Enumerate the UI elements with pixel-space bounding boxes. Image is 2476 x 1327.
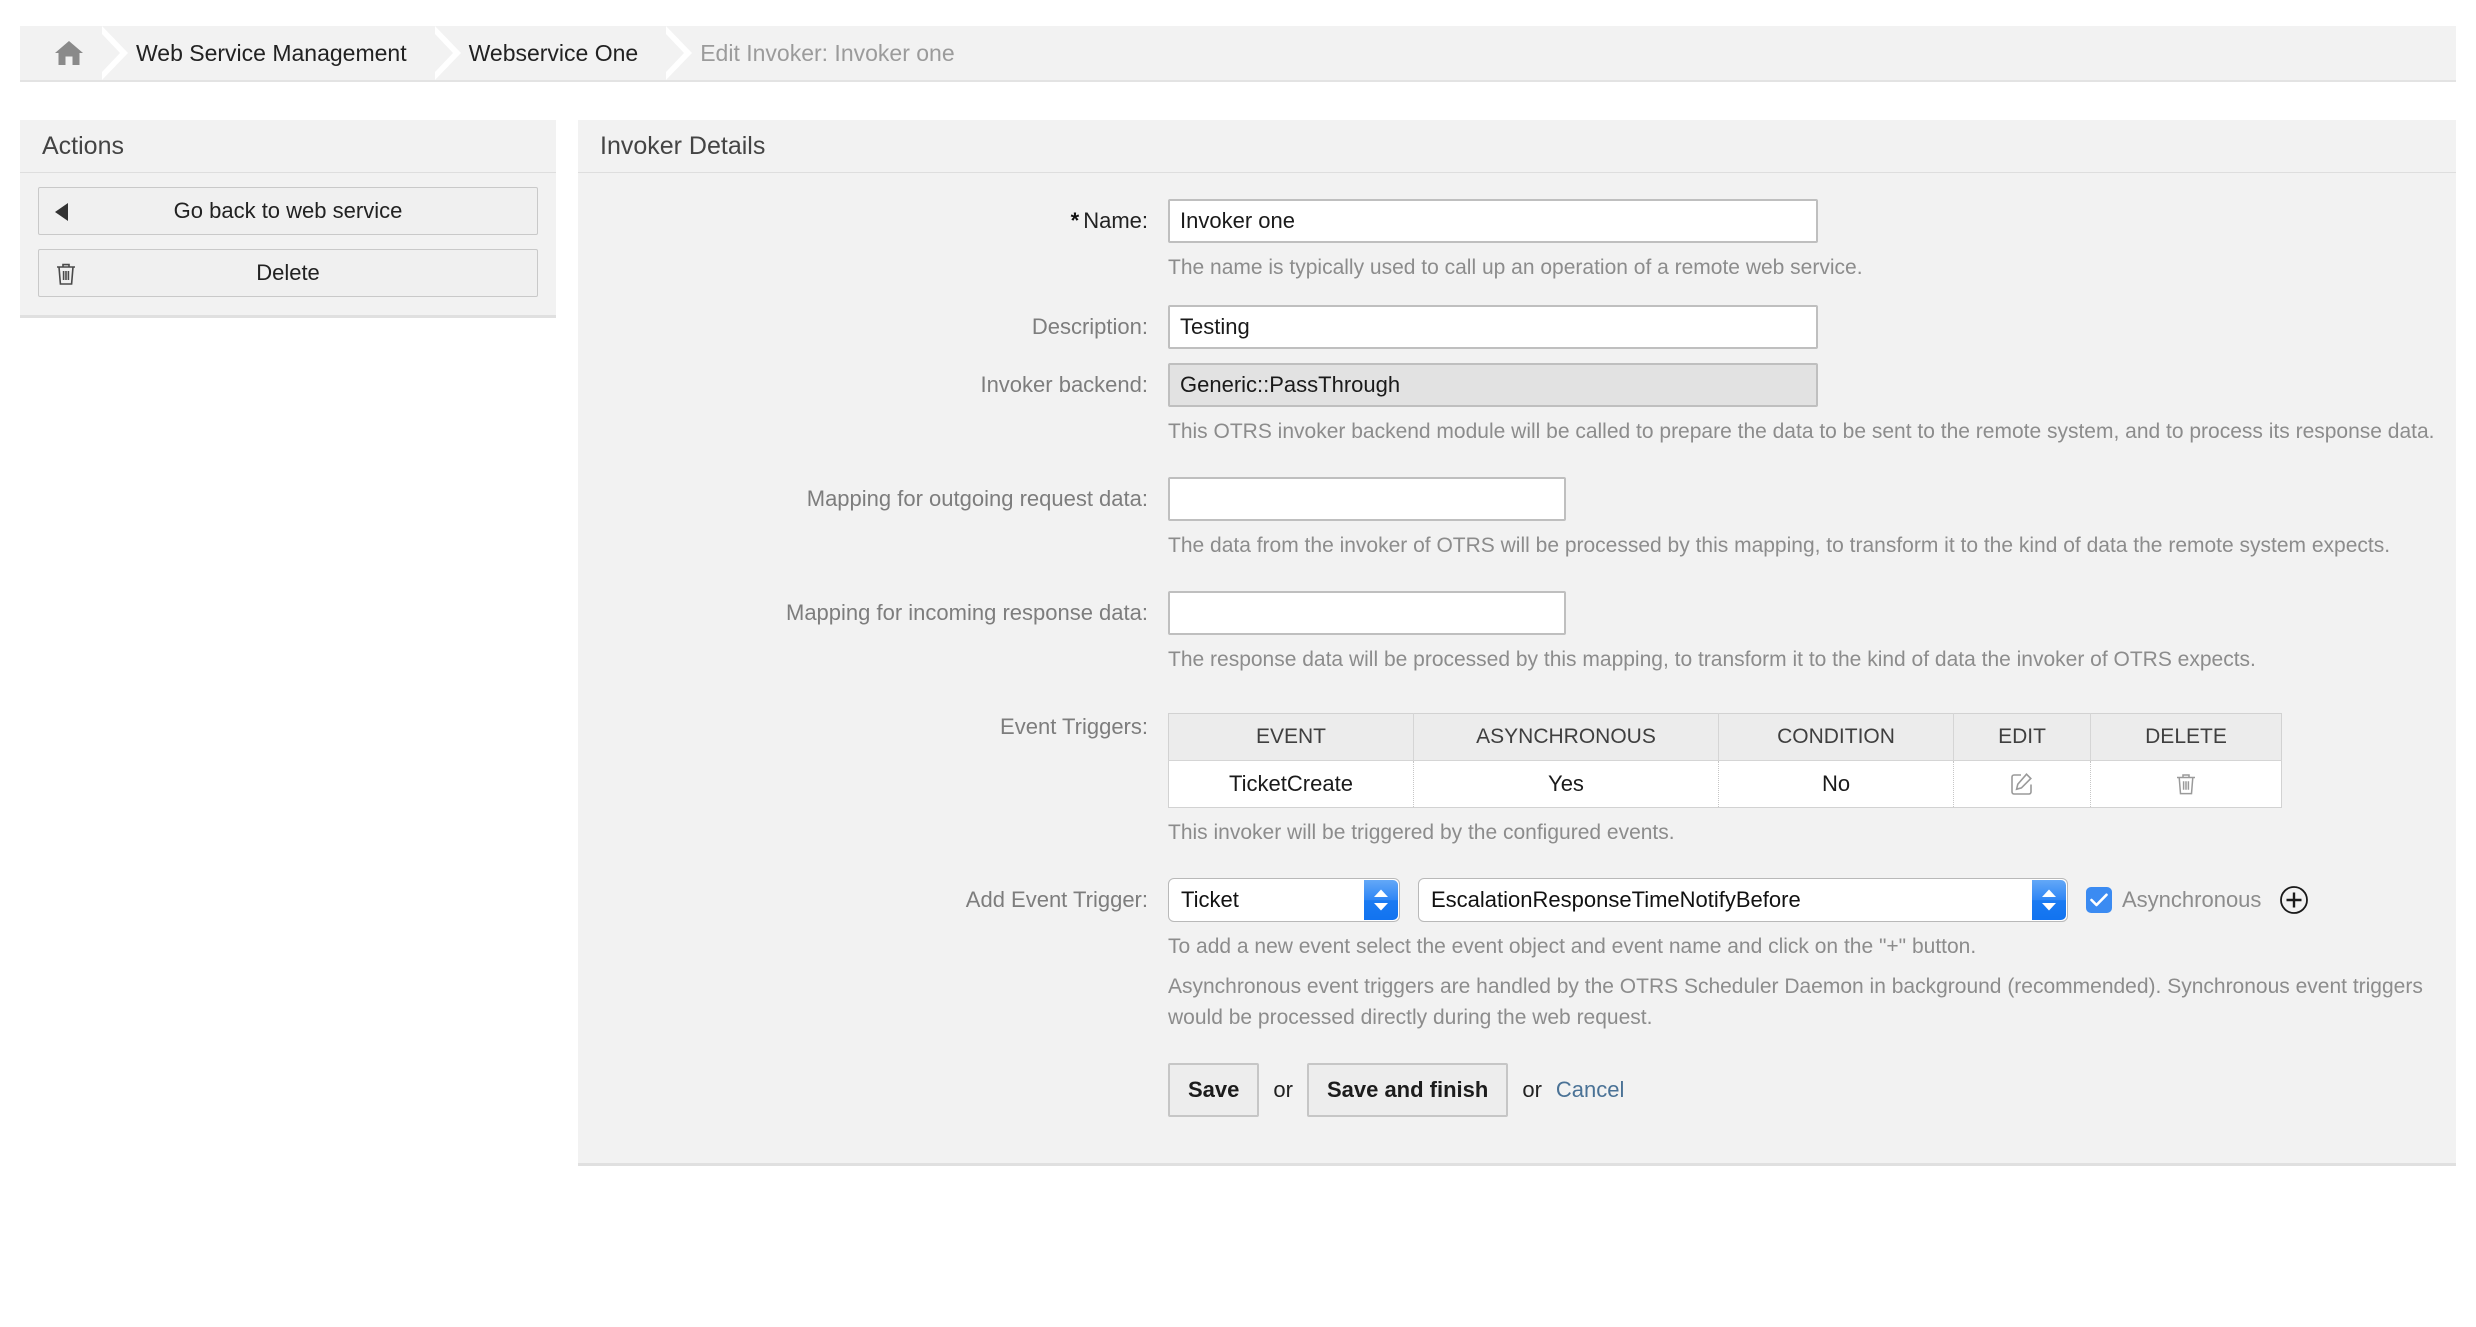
add-event-trigger-label: Add Event Trigger: <box>965 887 1148 912</box>
name-label-text: Name: <box>1083 208 1148 233</box>
field-mapping-incoming: Mapping for incoming response data: The … <box>578 591 2456 675</box>
actions-sidebar: Actions Go back to web service Delete <box>20 120 556 318</box>
name-input[interactable] <box>1168 199 1818 243</box>
home-icon <box>54 39 84 67</box>
name-label: * Name: <box>578 199 1168 243</box>
go-back-to-web-service-button[interactable]: Go back to web service <box>38 187 538 235</box>
chevron-updown-icon[interactable] <box>2032 880 2066 920</box>
mapping-outgoing-hint: The data from the invoker of OTRS will b… <box>1168 534 2391 557</box>
field-event-triggers: Event Triggers: EVENT ASYNCHRONOUS CONDI… <box>578 705 2456 848</box>
breadcrumb-home[interactable] <box>20 26 128 80</box>
delete-label: Delete <box>256 260 320 285</box>
mapping-incoming-hint: The response data will be processed by t… <box>1168 648 2256 671</box>
invoker-details-panel: Invoker Details *Name: The name is typic… <box>578 120 2456 1166</box>
mapping-outgoing-label: Mapping for outgoing request data: <box>806 486 1148 511</box>
or-text-2: or <box>1522 1077 1542 1102</box>
event-object-value: Ticket <box>1181 887 1239 912</box>
event-triggers-label: Event Triggers: <box>1000 714 1148 739</box>
go-back-label: Go back to web service <box>173 198 403 223</box>
breadcrumb-item-web-service-management[interactable]: Web Service Management <box>102 26 461 80</box>
invoker-details-body: *Name: The name is typically used to cal… <box>578 173 2456 1163</box>
sidebar-header: Actions <box>20 120 556 173</box>
description-input[interactable] <box>1168 305 1818 349</box>
sidebar-title: Actions <box>42 131 124 160</box>
field-add-event-trigger: Add Event Trigger: Ticket EscalationResp… <box>578 878 2456 1033</box>
breadcrumb-label: Web Service Management <box>136 39 407 66</box>
cell-condition: No <box>1718 760 1954 808</box>
invoker-backend-value <box>1168 363 1818 407</box>
breadcrumb-item-webservice-one[interactable]: Webservice One <box>435 26 693 80</box>
checkmark-icon <box>2086 887 2112 913</box>
breadcrumb-label: Edit Invoker: Invoker one <box>700 39 955 66</box>
mapping-outgoing-input[interactable] <box>1168 477 1566 521</box>
trash-icon <box>55 250 77 298</box>
name-hint: The name is typically used to call up an… <box>1168 256 1863 279</box>
add-event-trigger-hint-2: Asynchronous event triggers are handled … <box>1168 975 2423 1029</box>
breadcrumb-separator <box>102 26 128 80</box>
field-description: Description: <box>578 305 2456 349</box>
event-triggers-hint: This invoker will be triggered by the co… <box>1168 821 1675 844</box>
sidebar-body: Go back to web service Delete <box>20 173 556 315</box>
save-button[interactable]: Save <box>1168 1063 1260 1117</box>
cell-event: TicketCreate <box>1168 760 1414 808</box>
save-and-finish-button[interactable]: Save and finish <box>1306 1063 1509 1117</box>
column-header-edit: EDIT <box>1953 713 2091 761</box>
mapping-incoming-label: Mapping for incoming response data: <box>786 600 1148 625</box>
or-text-1: or <box>1273 1077 1293 1102</box>
column-header-condition: CONDITION <box>1718 713 1954 761</box>
edit-pencil-icon[interactable] <box>1972 771 2072 797</box>
invoker-backend-label: Invoker backend: <box>980 372 1148 397</box>
breadcrumb-separator <box>434 26 461 80</box>
breadcrumb-label: Webservice One <box>468 39 639 66</box>
breadcrumb: Web Service Management Webservice One Ed… <box>20 26 2456 82</box>
field-name: *Name: The name is typically used to cal… <box>578 199 2456 283</box>
column-header-delete: DELETE <box>2090 713 2282 761</box>
field-submit: Save or Save and finish or Cancel <box>578 1063 2456 1117</box>
plus-circle-icon[interactable] <box>2279 885 2309 915</box>
add-event-trigger-row: Ticket EscalationResponseTimeNotifyBefor… <box>1168 878 2456 922</box>
breadcrumb-item-current: Edit Invoker: Invoker one <box>666 26 982 80</box>
table-header-row: EVENT ASYNCHRONOUS CONDITION EDIT DELETE <box>1168 713 2282 761</box>
field-invoker-backend: Invoker backend: This OTRS invoker backe… <box>578 363 2456 447</box>
invoker-details-header: Invoker Details <box>578 120 2456 173</box>
event-name-value: EscalationResponseTimeNotifyBefore <box>1431 887 1801 912</box>
add-event-trigger-hint-1: To add a new event select the event obje… <box>1168 935 1977 958</box>
cell-edit[interactable] <box>1953 760 2091 808</box>
required-star: * <box>1070 208 1080 233</box>
invoker-backend-hint: This OTRS invoker backend module will be… <box>1168 420 2435 443</box>
description-label: Description: <box>1031 314 1148 339</box>
trash-icon[interactable] <box>2109 772 2263 796</box>
cancel-link[interactable]: Cancel <box>1556 1077 1624 1103</box>
page-title: Invoker Details <box>600 131 766 160</box>
event-triggers-table: EVENT ASYNCHRONOUS CONDITION EDIT DELETE… <box>1168 713 2282 808</box>
caret-left-icon <box>55 188 69 236</box>
delete-button[interactable]: Delete <box>38 249 538 297</box>
event-object-select[interactable]: Ticket <box>1168 878 1400 922</box>
asynchronous-label: Asynchronous <box>2122 887 2262 912</box>
chevron-updown-icon[interactable] <box>1364 880 1398 920</box>
table-row: TicketCreate Yes No <box>1168 760 2282 808</box>
breadcrumb-separator <box>666 26 693 80</box>
cell-delete[interactable] <box>2090 760 2282 808</box>
mapping-incoming-input[interactable] <box>1168 591 1566 635</box>
column-header-event: EVENT <box>1168 713 1414 761</box>
cell-asynchronous: Yes <box>1413 760 1719 808</box>
column-header-asynchronous: ASYNCHRONOUS <box>1413 713 1719 761</box>
event-name-select[interactable]: EscalationResponseTimeNotifyBefore <box>1418 878 2068 922</box>
field-mapping-outgoing: Mapping for outgoing request data: The d… <box>578 477 2456 561</box>
asynchronous-checkbox[interactable]: Asynchronous <box>2086 887 2261 913</box>
submit-row: Save or Save and finish or Cancel <box>1168 1063 2456 1117</box>
